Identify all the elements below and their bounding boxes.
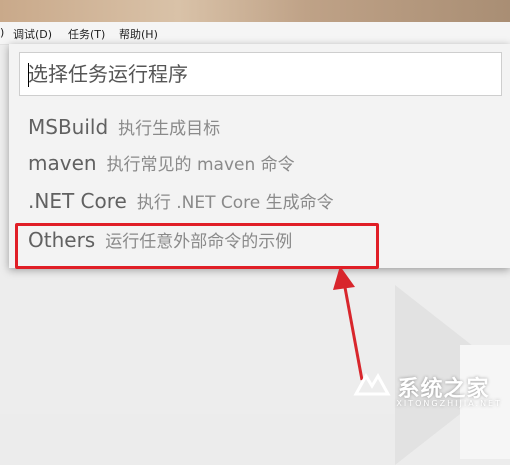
site-watermark: 系统之家 XITONGZHIJIA.NET: [352, 371, 502, 408]
watermark-logo-icon: [353, 373, 391, 396]
annotation-arrow: [333, 266, 364, 381]
watermark-domain: XITONGZHIJIA.NET: [396, 399, 502, 408]
